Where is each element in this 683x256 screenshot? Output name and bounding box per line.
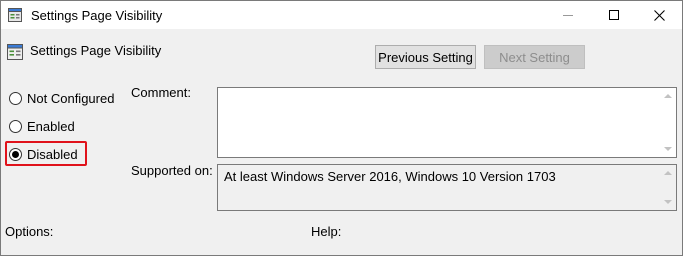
comment-scrollbar[interactable] — [660, 88, 676, 157]
maximize-icon — [609, 10, 619, 20]
radio-label-not-configured: Not Configured — [27, 90, 115, 106]
close-icon — [653, 9, 665, 21]
minimize-icon — [563, 15, 573, 16]
minimize-button[interactable] — [545, 1, 591, 29]
next-setting-label: Next Setting — [499, 49, 570, 65]
supported-scrollbar[interactable] — [660, 165, 676, 210]
title-bar[interactable]: Settings Page Visibility — [1, 1, 682, 29]
radio-enabled[interactable]: Enabled — [9, 117, 75, 135]
options-label: Options: — [5, 224, 54, 239]
previous-setting-button[interactable]: Previous Setting — [375, 45, 476, 69]
radio-label-disabled: Disabled — [27, 146, 78, 162]
radio-not-configured[interactable]: Not Configured — [9, 89, 114, 107]
setting-icon — [7, 44, 23, 60]
radio-disabled[interactable]: Disabled — [9, 145, 78, 163]
help-label: Help: — [311, 224, 342, 239]
scroll-down-icon[interactable] — [664, 200, 672, 204]
scroll-up-icon[interactable] — [664, 171, 672, 175]
window-title: Settings Page Visibility — [31, 8, 163, 23]
supported-on-label: Supported on: — [131, 163, 213, 178]
supported-on-box: At least Windows Server 2016, Windows 10… — [217, 164, 677, 211]
scroll-down-icon[interactable] — [664, 147, 672, 151]
next-setting-button[interactable]: Next Setting — [484, 45, 585, 69]
radio-circle[interactable] — [9, 119, 22, 133]
maximize-button[interactable] — [591, 1, 637, 29]
previous-setting-label: Previous Setting — [378, 49, 473, 65]
scroll-up-icon[interactable] — [664, 94, 672, 98]
setting-title: Settings Page Visibility — [30, 43, 162, 58]
comment-textbox[interactable] — [217, 87, 677, 158]
radio-circle[interactable] — [9, 91, 22, 105]
policy-settings-icon — [8, 8, 22, 22]
radio-circle-selected[interactable] — [9, 147, 22, 161]
policy-dialog-window: Settings Page Visibility Settings Page V… — [0, 0, 683, 256]
close-button[interactable] — [636, 1, 682, 29]
supported-on-value: At least Windows Server 2016, Windows 10… — [224, 169, 556, 184]
comment-label: Comment: — [131, 85, 191, 100]
radio-label-enabled: Enabled — [27, 118, 75, 134]
